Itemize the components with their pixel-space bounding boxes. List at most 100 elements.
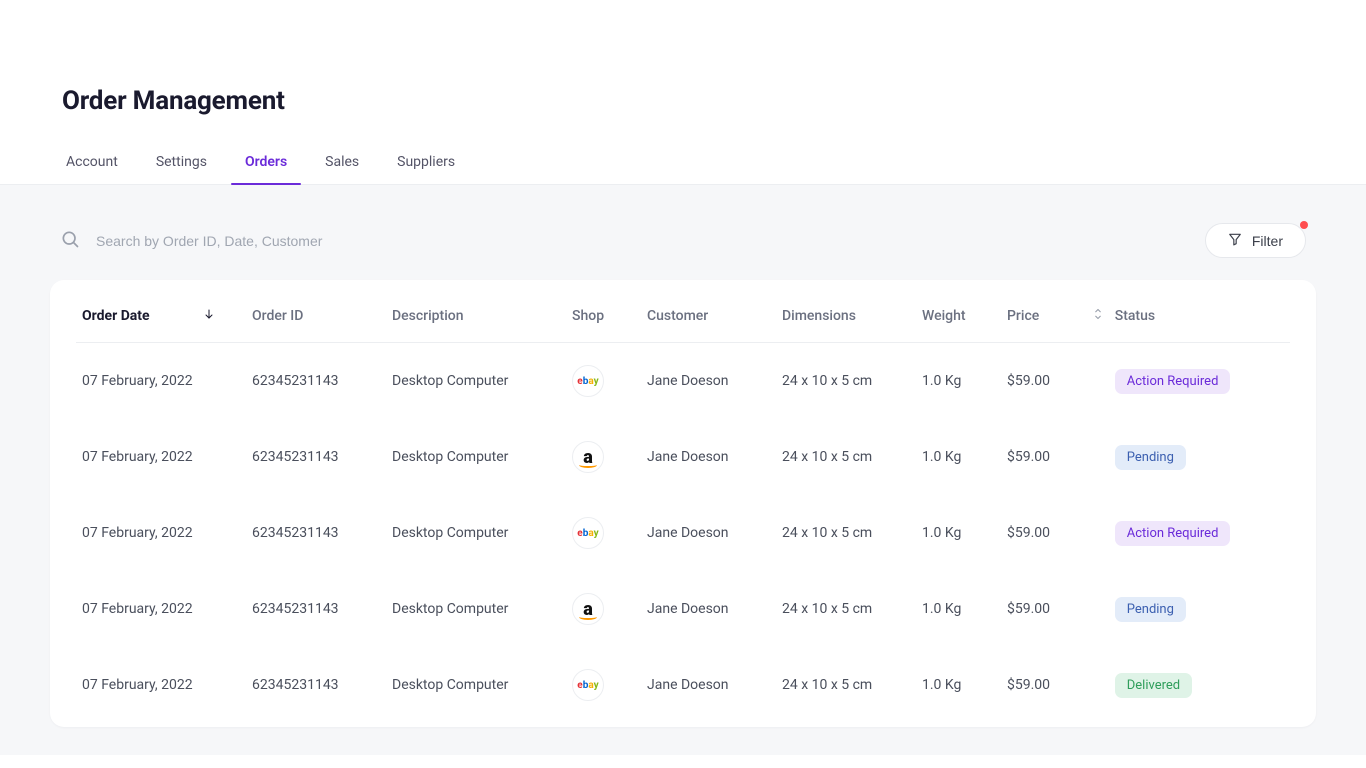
ebay-icon: ebay	[572, 365, 604, 397]
sort-desc-icon	[203, 308, 215, 324]
cell-customer: Jane Doeson	[641, 571, 776, 647]
table-header-row: Order Date Order ID Description Shop Cus…	[76, 298, 1290, 343]
cell-weight: 1.0 Kg	[916, 495, 1001, 571]
col-label: Description	[392, 308, 464, 324]
col-label: Weight	[922, 308, 966, 324]
cell-weight: 1.0 Kg	[916, 419, 1001, 495]
cell-dim: 24 x 10 x 5 cm	[776, 571, 916, 647]
page-title: Order Management	[62, 86, 1304, 116]
cell-id: 62345231143	[246, 647, 386, 723]
cell-dim: 24 x 10 x 5 cm	[776, 647, 916, 723]
cell-customer: Jane Doeson	[641, 495, 776, 571]
tab-orders[interactable]: Orders	[245, 154, 287, 184]
cell-date: 07 February, 2022	[76, 419, 246, 495]
col-shop[interactable]: Shop	[566, 298, 641, 343]
col-label: Order Date	[82, 308, 150, 324]
cell-status: Pending	[1109, 571, 1290, 647]
cell-shop: ebay	[566, 343, 641, 420]
filter-button[interactable]: Filter	[1205, 223, 1306, 258]
cell-id: 62345231143	[246, 571, 386, 647]
cell-shop: ebay	[566, 647, 641, 723]
col-label: Status	[1115, 308, 1155, 324]
col-order-id[interactable]: Order ID	[246, 298, 386, 343]
cell-price: $59.00	[1001, 571, 1109, 647]
filter-icon	[1228, 232, 1242, 249]
cell-id: 62345231143	[246, 495, 386, 571]
cell-id: 62345231143	[246, 343, 386, 420]
filter-label: Filter	[1252, 233, 1283, 249]
search-icon	[60, 229, 80, 253]
amazon-icon: a	[572, 441, 604, 473]
cell-desc: Desktop Computer	[386, 647, 566, 723]
page-header: Order Management	[0, 0, 1366, 116]
cell-shop: a	[566, 419, 641, 495]
cell-desc: Desktop Computer	[386, 495, 566, 571]
col-weight[interactable]: Weight	[916, 298, 1001, 343]
status-badge: Pending	[1115, 445, 1186, 470]
col-label: Dimensions	[782, 308, 856, 324]
col-dimensions[interactable]: Dimensions	[776, 298, 916, 343]
cell-desc: Desktop Computer	[386, 343, 566, 420]
cell-shop: ebay	[566, 495, 641, 571]
col-description[interactable]: Description	[386, 298, 566, 343]
tab-settings[interactable]: Settings	[156, 154, 207, 184]
cell-customer: Jane Doeson	[641, 343, 776, 420]
cell-price: $59.00	[1001, 495, 1109, 571]
cell-date: 07 February, 2022	[76, 495, 246, 571]
cell-price: $59.00	[1001, 343, 1109, 420]
tabs: Account Settings Orders Sales Suppliers	[0, 116, 1366, 185]
cell-weight: 1.0 Kg	[916, 647, 1001, 723]
amazon-icon: a	[572, 593, 604, 625]
cell-shop: a	[566, 571, 641, 647]
col-status[interactable]: Status	[1109, 298, 1290, 343]
search-input[interactable]	[96, 233, 496, 249]
cell-desc: Desktop Computer	[386, 571, 566, 647]
status-badge: Delivered	[1115, 673, 1192, 698]
cell-desc: Desktop Computer	[386, 419, 566, 495]
orders-table: Order Date Order ID Description Shop Cus…	[76, 298, 1290, 723]
cell-status: Pending	[1109, 419, 1290, 495]
tab-suppliers[interactable]: Suppliers	[397, 154, 455, 184]
col-price[interactable]: Price	[1001, 298, 1109, 343]
filter-indicator-dot	[1300, 221, 1308, 229]
search-wrap	[60, 229, 1205, 253]
sort-icon	[1093, 308, 1103, 324]
toolbar: Filter	[50, 223, 1316, 280]
cell-status: Delivered	[1109, 647, 1290, 723]
cell-price: $59.00	[1001, 419, 1109, 495]
cell-dim: 24 x 10 x 5 cm	[776, 495, 916, 571]
orders-card: Order Date Order ID Description Shop Cus…	[50, 280, 1316, 727]
cell-weight: 1.0 Kg	[916, 343, 1001, 420]
cell-date: 07 February, 2022	[76, 647, 246, 723]
ebay-icon: ebay	[572, 517, 604, 549]
ebay-icon: ebay	[572, 669, 604, 701]
col-customer[interactable]: Customer	[641, 298, 776, 343]
cell-date: 07 February, 2022	[76, 571, 246, 647]
cell-dim: 24 x 10 x 5 cm	[776, 343, 916, 420]
table-row[interactable]: 07 February, 202262345231143Desktop Comp…	[76, 647, 1290, 723]
table-row[interactable]: 07 February, 202262345231143Desktop Comp…	[76, 419, 1290, 495]
table-row[interactable]: 07 February, 202262345231143Desktop Comp…	[76, 495, 1290, 571]
cell-dim: 24 x 10 x 5 cm	[776, 419, 916, 495]
status-badge: Pending	[1115, 597, 1186, 622]
cell-price: $59.00	[1001, 647, 1109, 723]
table-row[interactable]: 07 February, 202262345231143Desktop Comp…	[76, 571, 1290, 647]
col-label: Shop	[572, 308, 604, 324]
tab-account[interactable]: Account	[66, 154, 118, 184]
status-badge: Action Required	[1115, 369, 1231, 394]
tab-sales[interactable]: Sales	[325, 154, 359, 184]
status-badge: Action Required	[1115, 521, 1231, 546]
cell-status: Action Required	[1109, 495, 1290, 571]
content-area: Filter Order Date Order ID Description S…	[0, 185, 1366, 755]
col-order-date[interactable]: Order Date	[76, 298, 246, 343]
cell-customer: Jane Doeson	[641, 419, 776, 495]
col-label: Price	[1007, 308, 1039, 324]
cell-id: 62345231143	[246, 419, 386, 495]
cell-date: 07 February, 2022	[76, 343, 246, 420]
cell-weight: 1.0 Kg	[916, 571, 1001, 647]
col-label: Customer	[647, 308, 708, 324]
table-row[interactable]: 07 February, 202262345231143Desktop Comp…	[76, 343, 1290, 420]
cell-customer: Jane Doeson	[641, 647, 776, 723]
col-label: Order ID	[252, 308, 303, 324]
cell-status: Action Required	[1109, 343, 1290, 420]
